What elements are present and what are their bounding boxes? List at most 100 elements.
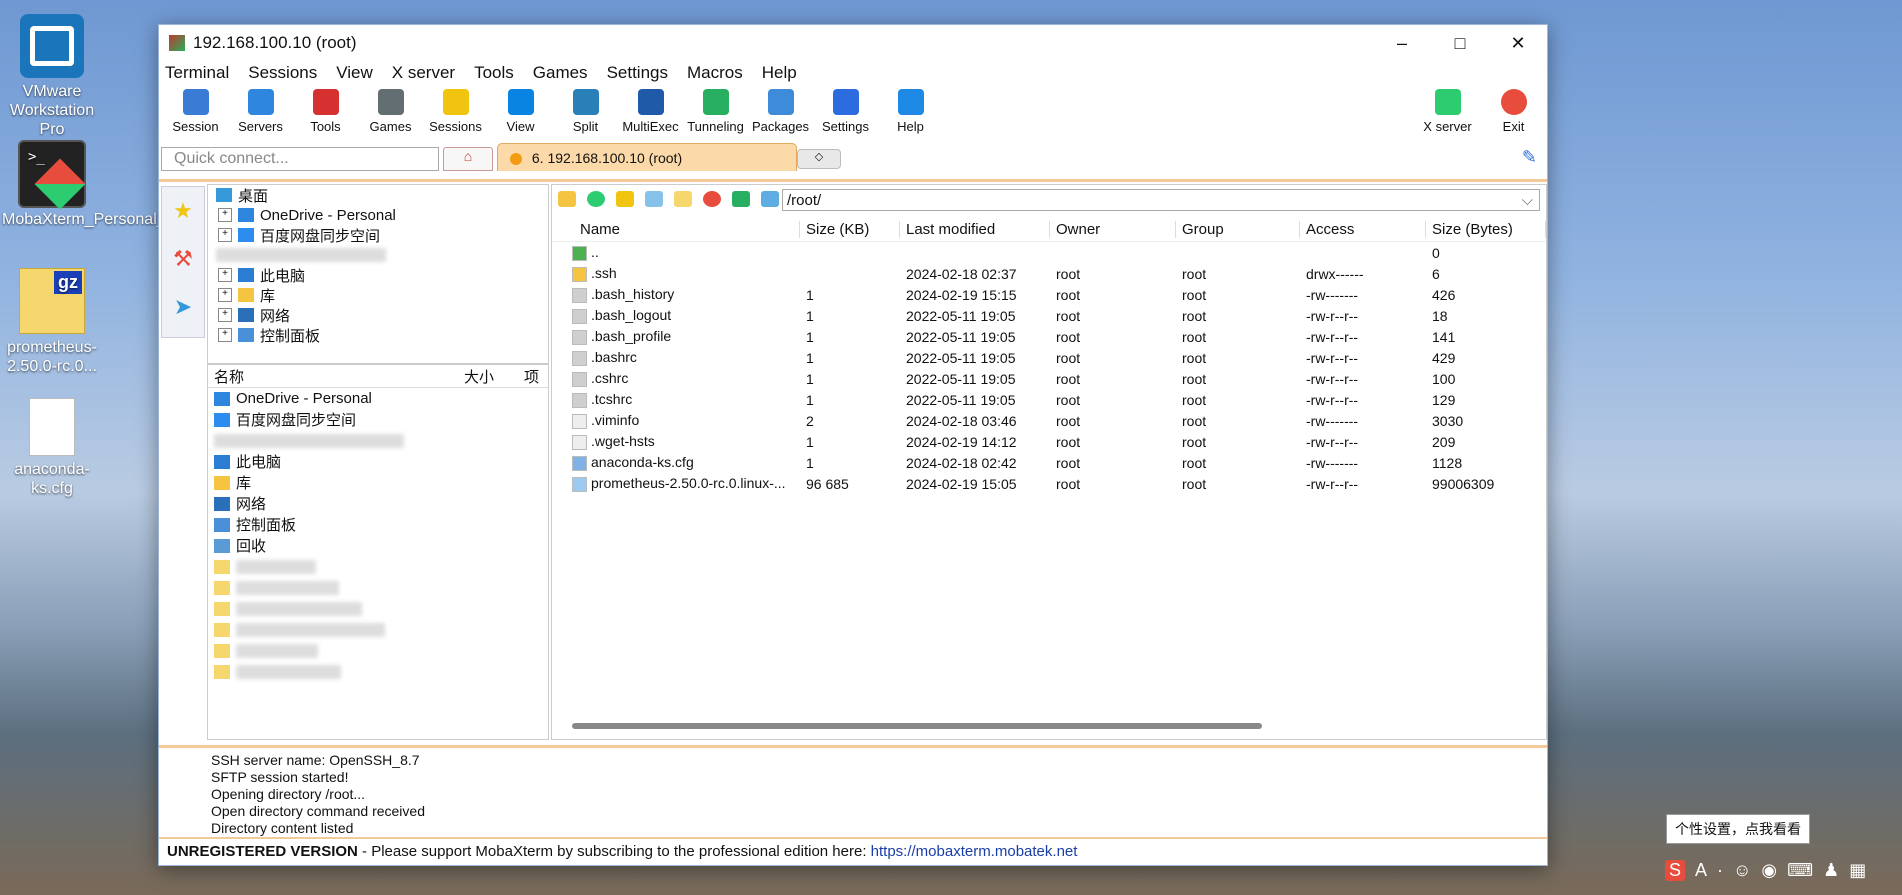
file-row[interactable]: .. 0: [552, 242, 1546, 263]
tree-item[interactable]: + 此电脑: [208, 265, 548, 285]
home-tab[interactable]: ⌂: [443, 147, 493, 171]
toolbar-games-button[interactable]: Games: [358, 85, 423, 134]
column-header[interactable]: Size (KB): [800, 220, 900, 238]
menu-x-server[interactable]: X server: [392, 63, 455, 83]
ime-icon[interactable]: S: [1665, 859, 1686, 881]
list-item[interactable]: [208, 556, 548, 577]
list-item[interactable]: 网络: [208, 493, 548, 514]
expand-icon[interactable]: +: [218, 308, 232, 322]
file-row[interactable]: .wget-hsts 1 2024-02-19 14:12 root root -rw-r…: [552, 431, 1546, 452]
expand-icon[interactable]: +: [218, 208, 232, 222]
toolbar-x-server-button[interactable]: X server: [1415, 85, 1480, 134]
minimize-icon[interactable]: –: [1373, 33, 1431, 54]
desktop-icon-mobaxterm[interactable]: MobaXterm_Personal_2...: [2, 142, 188, 229]
menu-games[interactable]: Games: [533, 63, 588, 83]
tree-item[interactable]: [208, 245, 548, 265]
list-item[interactable]: 控制面板: [208, 514, 548, 535]
parent-folder-icon[interactable]: [558, 191, 576, 207]
column-size[interactable]: 大小: [464, 366, 524, 387]
list-item[interactable]: 回收: [208, 535, 548, 556]
refresh-icon[interactable]: [587, 191, 605, 207]
file-row[interactable]: .bash_logout 1 2022-05-11 19:05 root root -rw…: [552, 305, 1546, 326]
tree-item[interactable]: + 库: [208, 285, 548, 305]
ime-tooltip[interactable]: 个性设置，点我看看: [1666, 814, 1810, 844]
file-row[interactable]: .ssh 2024-02-18 02:37 root root drwx------ 6: [552, 263, 1546, 284]
toolbar-settings-button[interactable]: Settings: [813, 85, 878, 134]
apps-icon[interactable]: ▦: [1849, 860, 1866, 881]
file-row[interactable]: .cshrc 1 2022-05-11 19:05 root root -rw-r--r-…: [552, 368, 1546, 389]
column-header[interactable]: Last modified: [900, 220, 1050, 238]
file-row[interactable]: prometheus-2.50.0-rc.0.linux-... 96 685 20…: [552, 473, 1546, 494]
user-icon[interactable]: ♟: [1823, 860, 1839, 881]
list-item[interactable]: OneDrive - Personal: [208, 388, 548, 409]
list-item[interactable]: [208, 619, 548, 640]
toolbar-packages-button[interactable]: Packages: [748, 85, 813, 134]
column-header[interactable]: Name: [552, 220, 800, 238]
tree-item[interactable]: + 网络: [208, 305, 548, 325]
list-item[interactable]: 百度网盘同步空间: [208, 409, 548, 430]
emoji-icon[interactable]: ☺: [1733, 860, 1751, 881]
column-header[interactable]: Owner: [1050, 220, 1176, 238]
tools-icon[interactable]: ⚒: [162, 235, 204, 283]
column-name[interactable]: 名称: [214, 366, 464, 387]
keyboard-icon[interactable]: ⌨: [1787, 860, 1813, 881]
upload-icon[interactable]: [732, 191, 750, 207]
expand-icon[interactable]: +: [218, 288, 232, 302]
new-folder-icon[interactable]: [616, 191, 634, 207]
tree-item[interactable]: + 百度网盘同步空间: [208, 225, 548, 245]
download-icon[interactable]: [761, 191, 779, 207]
file-row[interactable]: .bash_profile 1 2022-05-11 19:05 root root -r…: [552, 326, 1546, 347]
desktop-icon-anaconda[interactable]: anaconda-ks.cfg: [2, 398, 102, 498]
menu-tools[interactable]: Tools: [474, 63, 514, 83]
title-bar[interactable]: 192.168.100.10 (root) – □ ✕: [159, 25, 1547, 61]
toolbar-session-button[interactable]: Session: [163, 85, 228, 134]
column-items[interactable]: 项: [524, 366, 539, 387]
tree-item[interactable]: 桌面: [208, 185, 548, 205]
paperclip-icon[interactable]: ✎: [1522, 147, 1537, 168]
horizontal-scrollbar[interactable]: [572, 723, 1262, 729]
maximize-icon[interactable]: □: [1431, 33, 1489, 54]
file-row[interactable]: .tcshrc 1 2022-05-11 19:05 root root -rw-r--r…: [552, 389, 1546, 410]
punctuation-icon[interactable]: ·: [1717, 860, 1723, 881]
list-item[interactable]: [208, 577, 548, 598]
list-item[interactable]: [208, 661, 548, 682]
close-icon[interactable]: ✕: [1489, 33, 1547, 54]
star-icon[interactable]: ★: [162, 187, 204, 235]
list-item[interactable]: 库: [208, 472, 548, 493]
delete-icon[interactable]: [703, 191, 721, 207]
chevron-down-icon[interactable]: ⌵: [1522, 190, 1533, 212]
new-tab-button[interactable]: ◇: [797, 149, 841, 169]
mic-icon[interactable]: ◉: [1761, 860, 1777, 881]
menu-settings[interactable]: Settings: [607, 63, 668, 83]
toolbar-tools-button[interactable]: Tools: [293, 85, 358, 134]
file-row[interactable]: anaconda-ks.cfg 1 2024-02-18 02:42 root root…: [552, 452, 1546, 473]
menu-help[interactable]: Help: [762, 63, 797, 83]
toolbar-split-button[interactable]: Split: [553, 85, 618, 134]
list-item[interactable]: [208, 640, 548, 661]
toolbar-tunneling-button[interactable]: Tunneling: [683, 85, 748, 134]
quick-connect-input[interactable]: Quick connect...: [161, 147, 439, 171]
font-icon[interactable]: A: [1695, 860, 1707, 881]
tree-item[interactable]: + OneDrive - Personal: [208, 205, 548, 225]
toolbar-help-button[interactable]: Help: [878, 85, 943, 134]
session-tab[interactable]: 6. 192.168.100.10 (root): [497, 143, 797, 171]
expand-icon[interactable]: +: [218, 328, 232, 342]
file-row[interactable]: .bash_history 1 2024-02-19 15:15 root root -r…: [552, 284, 1546, 305]
toolbar-servers-button[interactable]: Servers: [228, 85, 293, 134]
toolbar-multiexec-button[interactable]: MultiExec: [618, 85, 683, 134]
open-folder-icon[interactable]: [674, 191, 692, 207]
column-header[interactable]: Access: [1300, 220, 1426, 238]
tree-item[interactable]: + 控制面板: [208, 325, 548, 345]
column-header[interactable]: Size (Bytes): [1426, 220, 1546, 238]
toolbar-sessions-button[interactable]: Sessions: [423, 85, 488, 134]
new-file-icon[interactable]: [645, 191, 663, 207]
desktop-icon-prometheus[interactable]: prometheus-2.50.0-rc.0...: [2, 268, 102, 376]
desktop-icon-vmware[interactable]: VMware Workstation Pro: [2, 14, 102, 139]
column-header[interactable]: Group: [1176, 220, 1300, 238]
toolbar-exit-button[interactable]: Exit: [1481, 85, 1546, 134]
file-row[interactable]: .viminfo 2 2024-02-18 03:46 root root -rw----…: [552, 410, 1546, 431]
menu-view[interactable]: View: [336, 63, 373, 83]
path-input[interactable]: /root/ ⌵: [782, 189, 1540, 211]
file-row[interactable]: .bashrc 1 2022-05-11 19:05 root root -rw-r--r…: [552, 347, 1546, 368]
expand-icon[interactable]: +: [218, 268, 232, 282]
